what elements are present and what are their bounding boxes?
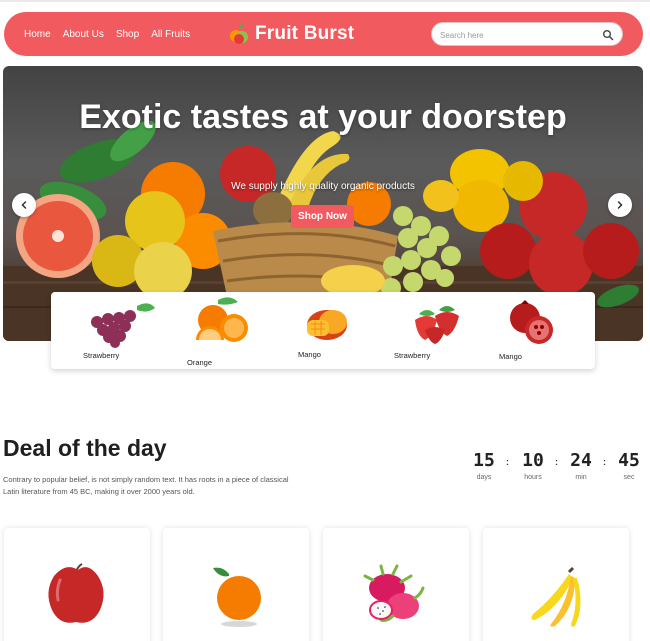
countdown-hours: 10 hours — [515, 450, 551, 481]
countdown-timer: 15 days : 10 hours : 24 min : 45 sec — [466, 450, 650, 486]
pomegranate-icon — [510, 300, 553, 344]
chevron-right-icon — [617, 201, 623, 209]
orange-icon — [213, 567, 261, 627]
category-strip: Strawberry Orange Mango Strawberry Mango — [51, 292, 595, 369]
chevron-left-icon — [21, 201, 27, 209]
nav-link-all-fruits[interactable]: All Fruits — [151, 29, 190, 40]
product-card[interactable] — [323, 528, 469, 641]
countdown-minutes: 24 min — [563, 450, 599, 481]
search-input[interactable] — [440, 27, 600, 43]
category-item[interactable]: Mango — [293, 292, 383, 369]
nav-link-home[interactable]: Home — [24, 29, 51, 40]
fruit-logo-icon — [230, 24, 248, 44]
slider-prev-button[interactable] — [12, 193, 36, 217]
category-label: Strawberry — [394, 351, 431, 360]
countdown-seconds: 45 sec — [611, 450, 647, 481]
countdown-days-value: 15 — [473, 450, 495, 471]
product-card[interactable] — [163, 528, 309, 641]
category-item[interactable]: Strawberry — [79, 292, 169, 369]
navbar: Home About Us Shop All Fruits Fruit Burs… — [4, 12, 643, 56]
apple-icon — [48, 563, 104, 623]
countdown-sec-value: 45 — [618, 450, 640, 471]
brand-logo[interactable]: Fruit Burst — [229, 21, 354, 47]
nav-link-shop[interactable]: Shop — [116, 29, 139, 40]
category-item[interactable]: Strawberry — [394, 292, 487, 369]
slider-next-button[interactable] — [608, 193, 632, 217]
countdown-hours-value: 10 — [522, 450, 544, 471]
countdown-separator: : — [555, 457, 558, 467]
grapes-icon — [91, 303, 155, 348]
search-icon[interactable] — [602, 29, 614, 41]
category-label: Strawberry — [83, 351, 120, 360]
orange-slices-icon — [196, 297, 248, 342]
strawberry-icon — [415, 306, 459, 344]
category-label: Orange — [187, 358, 213, 367]
search-box — [431, 22, 623, 46]
nav-links: Home About Us Shop All Fruits — [24, 12, 190, 56]
countdown-separator: : — [603, 457, 606, 467]
category-item[interactable]: Mango — [497, 292, 587, 369]
deal-description: Contrary to popular belief, is not simpl… — [3, 475, 289, 496]
hero-subtitle: We supply highly quality organic product… — [231, 181, 415, 192]
shop-now-button[interactable]: Shop Now — [291, 205, 354, 228]
countdown-hours-label: hours — [524, 474, 542, 481]
countdown-days-label: days — [476, 474, 492, 481]
category-label: Mango — [499, 352, 522, 361]
countdown-separator: : — [506, 457, 509, 467]
banana-icon — [531, 566, 581, 627]
product-card[interactable] — [483, 528, 629, 641]
brand-name: Fruit Burst — [255, 23, 355, 44]
hero-title: Exotic tastes at your doorstep — [79, 98, 567, 136]
countdown-min-value: 24 — [570, 450, 592, 471]
top-divider — [0, 0, 650, 2]
deal-title: Deal of the day — [3, 435, 167, 461]
countdown-days: 15 days — [466, 450, 502, 481]
category-label: Mango — [298, 350, 321, 359]
mango-icon — [307, 310, 347, 340]
nav-link-about-us[interactable]: About Us — [63, 29, 104, 40]
countdown-min-label: min — [575, 474, 587, 481]
dragon-fruit-icon — [363, 564, 425, 622]
category-item[interactable]: Orange — [186, 292, 276, 369]
product-card[interactable] — [4, 528, 150, 641]
countdown-sec-label: sec — [623, 474, 635, 481]
